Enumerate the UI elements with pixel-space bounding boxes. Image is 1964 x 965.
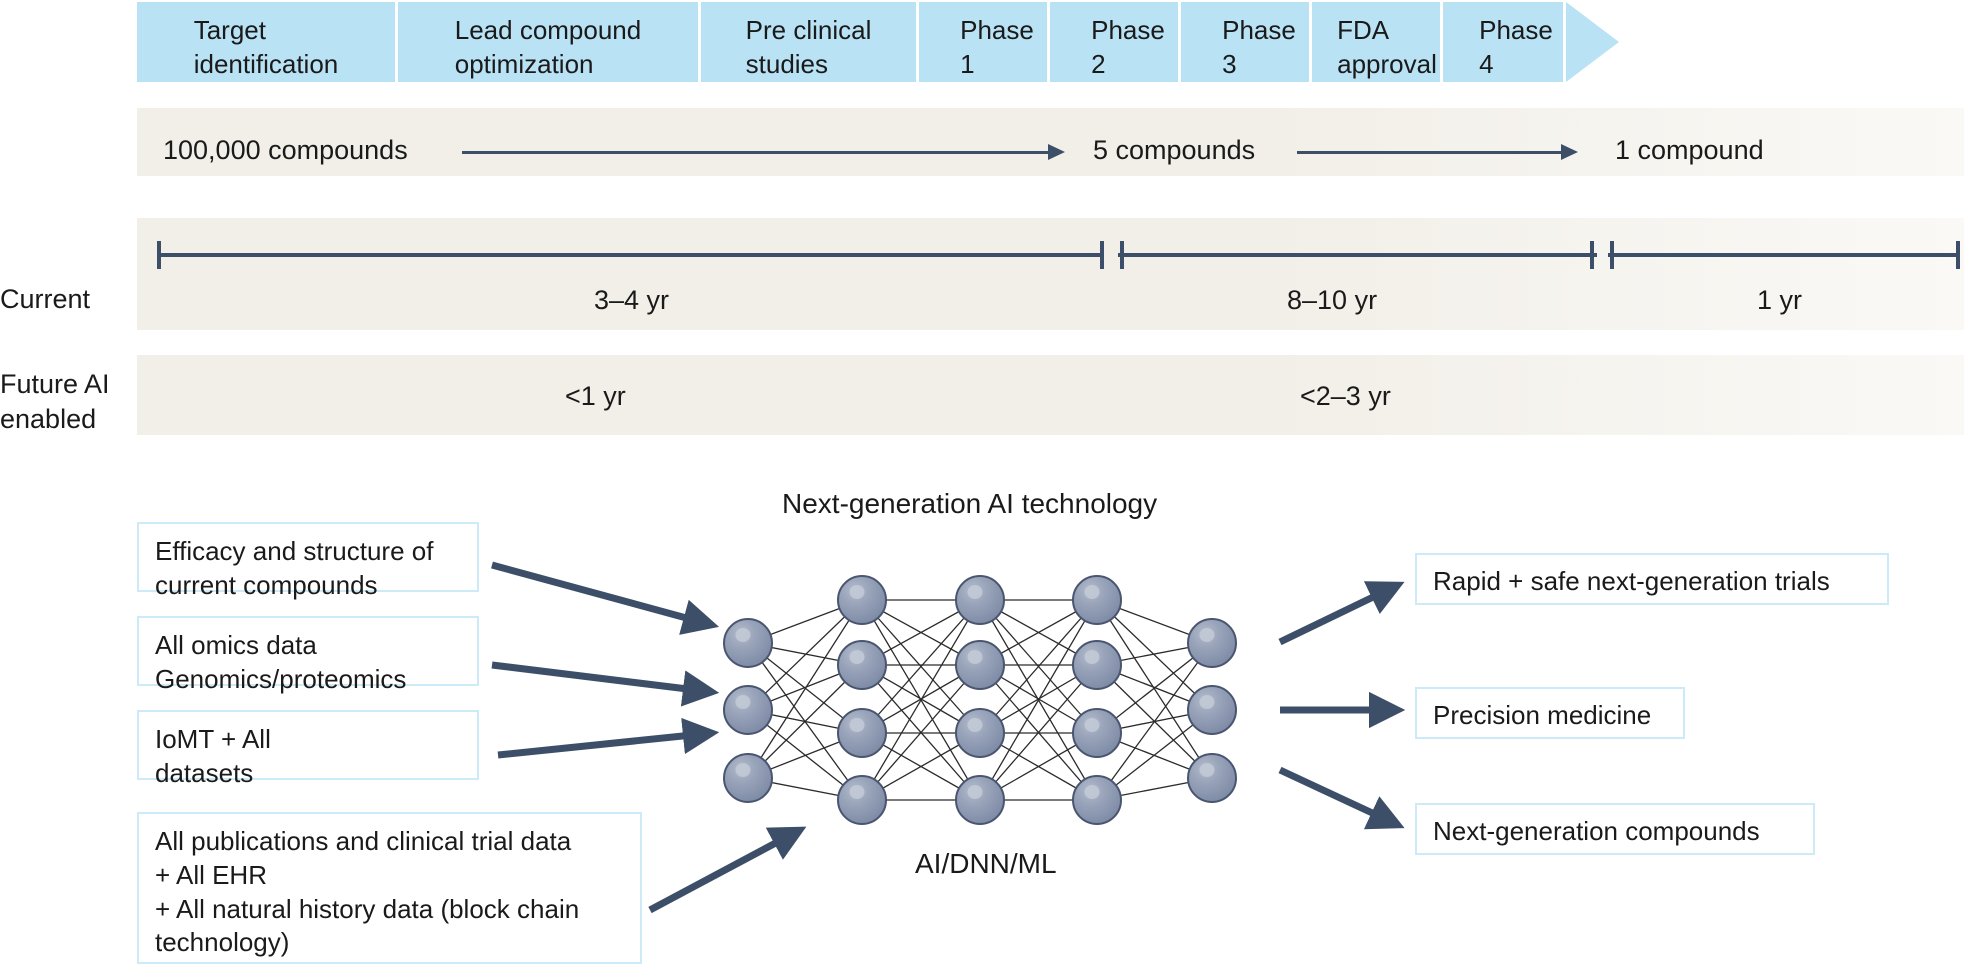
- network-node: [1072, 708, 1122, 758]
- timeline-tick-end: [1956, 241, 1960, 269]
- network-node: [1072, 575, 1122, 625]
- stage-label: Phase 4: [1479, 15, 1553, 79]
- network-node: [723, 685, 773, 735]
- pipeline-stage-fda-approval[interactable]: FDA approval: [1312, 2, 1440, 82]
- pipeline-stage-lead-compound-optimization[interactable]: Lead compound optimization: [398, 2, 698, 82]
- network-node-highlight-icon: [1084, 785, 1100, 799]
- network-node: [955, 575, 1005, 625]
- network-label: AI/DNN/ML: [915, 848, 1057, 879]
- compounds-arrow-1-head-icon: [1048, 144, 1065, 160]
- network-node: [955, 775, 1005, 825]
- network-node-highlight-icon: [735, 628, 751, 642]
- arrow-output-1: [1278, 581, 1405, 646]
- stage-label: Lead compound optimization: [454, 15, 642, 79]
- network-node-highlight-icon: [849, 585, 865, 599]
- pipeline-stage-phase-1[interactable]: Phase 1: [919, 2, 1047, 82]
- network-node-highlight-icon: [967, 785, 983, 799]
- network-node-highlight-icon: [967, 585, 983, 599]
- arrow-output-3: [1278, 766, 1405, 830]
- network-node: [1187, 618, 1237, 668]
- network-node-highlight-icon: [967, 650, 983, 664]
- compounds-arrow-1-line: [462, 151, 1052, 154]
- network-node-highlight-icon: [1084, 718, 1100, 732]
- compounds-arrow-2-head-icon: [1561, 144, 1578, 160]
- timeline-duration-3: 1 yr: [1757, 285, 1803, 315]
- pipeline-stage-phase-2[interactable]: Phase 2: [1050, 2, 1178, 82]
- stage-label: Phase 3: [1222, 15, 1296, 79]
- network-node: [1072, 775, 1122, 825]
- future-ai-band: [137, 355, 1964, 435]
- stage-label: Phase 2: [1091, 15, 1165, 79]
- pipeline-stage-bar: Target identification Lead compound opti…: [137, 2, 1619, 82]
- network-node-highlight-icon: [1084, 650, 1100, 664]
- network-node: [1187, 753, 1237, 803]
- network-node: [1072, 640, 1122, 690]
- output-box-next-generation-compounds[interactable]: Next-generation compounds: [1415, 803, 1815, 855]
- network-node-highlight-icon: [1199, 628, 1215, 642]
- input-box-omics-data[interactable]: All omics data Genomics/proteomics: [137, 616, 479, 694]
- pipeline-stage-phase-3[interactable]: Phase 3: [1181, 2, 1309, 82]
- future-duration-2: <2–3 yr: [1300, 381, 1391, 411]
- network-node: [1187, 685, 1237, 735]
- timeline-segment-3-bar: [1608, 253, 1960, 257]
- timeline-segment-1-extension: [1024, 253, 1102, 257]
- network-node-highlight-icon: [849, 718, 865, 732]
- network-node: [955, 708, 1005, 758]
- network-node: [837, 708, 887, 758]
- output-box-rapid-safe-trials[interactable]: Rapid + safe next-generation trials: [1415, 553, 1889, 605]
- pipeline-stage-phase-4[interactable]: Phase 4: [1443, 2, 1563, 82]
- network-node: [837, 575, 887, 625]
- network-node-highlight-icon: [1199, 763, 1215, 777]
- arrow-input-4: [648, 826, 807, 914]
- network-node: [955, 640, 1005, 690]
- pipeline-arrow-head-icon: [1566, 2, 1619, 82]
- timeline-duration-2: 8–10 yr: [1287, 285, 1378, 315]
- network-node-highlight-icon: [735, 763, 751, 777]
- compounds-start-label: 100,000 compounds: [163, 135, 408, 165]
- network-node-highlight-icon: [1084, 585, 1100, 599]
- network-node: [723, 618, 773, 668]
- input-box-efficacy-structure[interactable]: Efficacy and structure of current compou…: [137, 522, 479, 600]
- compounds-end-label: 1 compound: [1615, 135, 1764, 165]
- timeline-segment-1-bar: [157, 253, 1024, 257]
- network-node-highlight-icon: [849, 785, 865, 799]
- future-ai-row-label: Future AI enabled: [0, 369, 110, 434]
- ai-section-title: Next-generation AI technology: [782, 488, 1158, 519]
- arrow-input-2: [491, 661, 720, 707]
- pipeline-stage-pre-clinical-studies[interactable]: Pre clinical studies: [701, 2, 916, 82]
- timeline-tick-start: [157, 241, 161, 269]
- timeline-segment-2-bar: [1118, 253, 1597, 257]
- output-box-precision-medicine[interactable]: Precision medicine: [1415, 687, 1685, 739]
- stage-label: Phase 1: [960, 15, 1034, 79]
- diagram-canvas: Target identification Lead compound opti…: [0, 0, 1964, 965]
- arrow-input-1: [491, 561, 720, 635]
- timeline-tick-3: [1590, 241, 1594, 269]
- future-duration-1: <1 yr: [565, 381, 626, 411]
- network-node: [723, 753, 773, 803]
- compounds-middle-label: 5 compounds: [1093, 135, 1256, 165]
- network-node-highlight-icon: [849, 650, 865, 664]
- network-node-highlight-icon: [735, 695, 751, 709]
- arrow-input-3: [497, 717, 720, 759]
- timeline-duration-1: 3–4 yr: [594, 285, 670, 315]
- current-timeline-band: [137, 218, 1964, 330]
- network-node: [837, 775, 887, 825]
- stage-label: Target identification: [193, 15, 339, 79]
- input-box-iomt-datasets[interactable]: IoMT + All datasets: [137, 710, 479, 788]
- stage-label: FDA approval: [1337, 15, 1437, 79]
- network-edges: [747, 599, 1213, 801]
- network-nodes: [723, 575, 1237, 825]
- pipeline-stage-target-identification[interactable]: Target identification: [137, 2, 395, 82]
- network-node: [837, 640, 887, 690]
- compounds-arrow-2-line: [1297, 151, 1565, 154]
- network-node-highlight-icon: [967, 718, 983, 732]
- stage-label: Pre clinical studies: [745, 15, 872, 79]
- input-box-publications-ehr-history[interactable]: All publications and clinical trial data…: [137, 812, 642, 964]
- network-node-highlight-icon: [1199, 695, 1215, 709]
- current-row-label: Current: [0, 284, 91, 314]
